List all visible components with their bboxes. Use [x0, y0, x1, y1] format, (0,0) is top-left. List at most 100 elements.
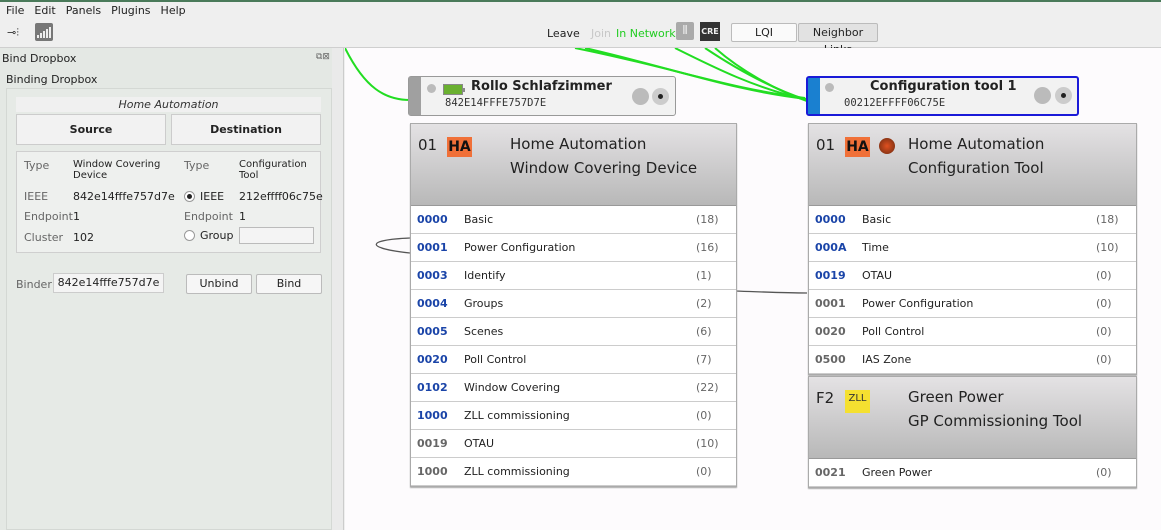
splitter-handle[interactable] — [332, 48, 344, 530]
attribute-count: (0) — [1096, 325, 1112, 338]
unbind-button[interactable]: Unbind — [186, 274, 252, 294]
menu-help[interactable]: Help — [161, 4, 186, 17]
toolbar: ⊸⫶ Leave Join In Network ⫼ CRE LQI Neigh… — [0, 18, 1161, 56]
src-cluster-label: Cluster — [24, 231, 64, 244]
attribute-count: (0) — [696, 409, 712, 422]
status-dot — [427, 84, 436, 93]
cluster-row[interactable]: 1000 ZLL commissioning (0) — [411, 458, 736, 486]
cluster-row[interactable]: 0004 Groups (2) — [411, 290, 736, 318]
cluster-row[interactable]: 0000 Basic (18) — [809, 206, 1136, 234]
cluster-row[interactable]: 0020 Poll Control (7) — [411, 346, 736, 374]
cluster-id: 0021 — [815, 466, 846, 479]
cluster-id: 0019 — [815, 269, 846, 282]
node-rollo-schlafzimmer[interactable]: Rollo Schlafzimmer 842E14FFFE757D7E — [408, 76, 676, 116]
mixer-icon[interactable]: ⫼ — [676, 22, 694, 40]
cluster-row[interactable]: 1000 ZLL commissioning (0) — [411, 402, 736, 430]
endpoint-01-config-tool: 01 HA Home Automation Configuration Tool… — [808, 123, 1137, 375]
cluster-name: Poll Control — [862, 325, 925, 338]
endpoint-number: 01 — [418, 136, 438, 154]
dst-ieee-label: IEEE — [200, 190, 225, 203]
cluster-row[interactable]: 0019 OTAU (10) — [411, 430, 736, 458]
cluster-id: 0500 — [815, 353, 846, 366]
attribute-count: (2) — [696, 297, 712, 310]
endpoint-header[interactable]: 01 HA Home Automation Configuration Tool — [809, 124, 1136, 206]
node-expand-icon[interactable] — [652, 88, 669, 105]
network-link — [704, 48, 808, 101]
node-expand-icon[interactable] — [1055, 87, 1072, 104]
node-circle-icon[interactable] — [632, 88, 649, 105]
cluster-name: Poll Control — [464, 353, 527, 366]
cluster-row[interactable]: 0001 Power Configuration (0) — [809, 290, 1136, 318]
cluster-row[interactable]: 0005 Scenes (6) — [411, 318, 736, 346]
neighbor-links-button[interactable]: Neighbor Links — [798, 23, 878, 56]
cluster-row[interactable]: 0019 OTAU (0) — [809, 262, 1136, 290]
menu-file[interactable]: File — [6, 4, 24, 17]
cluster-id: 1000 — [417, 465, 448, 478]
dock-float-close-icons[interactable]: ⧉⊠ — [316, 52, 330, 62]
group-radio[interactable] — [184, 230, 195, 241]
cluster-id: 0020 — [815, 325, 846, 338]
cluster-list: 0000 Basic (18) 0001 Power Configuration (16)… — [411, 206, 736, 486]
cluster-row[interactable]: 0102 Window Covering (22) — [411, 374, 736, 402]
cluster-row[interactable]: 0020 Poll Control (0) — [809, 318, 1136, 346]
source-button[interactable]: Source — [16, 114, 166, 145]
network-link — [345, 48, 411, 101]
cluster-row[interactable]: 0000 Basic (18) — [411, 206, 736, 234]
cluster-name: ZLL commissioning — [464, 409, 570, 422]
battery-icon — [443, 84, 465, 95]
cluster-row[interactable]: 000A Time (10) — [809, 234, 1136, 262]
cluster-id: 0020 — [417, 353, 448, 366]
node-status-bar — [409, 77, 421, 115]
bind-button[interactable]: Bind — [256, 274, 322, 294]
attribute-count: (18) — [696, 213, 719, 226]
node-mac: 842E14FFFE757D7E — [445, 97, 547, 109]
endpoint-number: F2 — [816, 389, 835, 407]
src-cluster: 102 — [73, 231, 94, 244]
cluster-name: Time — [862, 241, 889, 254]
destination-button[interactable]: Destination — [171, 114, 321, 145]
menu-edit[interactable]: Edit — [34, 4, 55, 17]
ieee-radio[interactable] — [184, 191, 195, 202]
cluster-row[interactable]: 0500 IAS Zone (0) — [809, 346, 1136, 374]
binder-field[interactable]: 842e14fffe757d7e — [53, 273, 164, 293]
src-endpoint-label: Endpoint — [24, 210, 73, 223]
node-circle-icon[interactable] — [1034, 87, 1051, 104]
cluster-name: OTAU — [862, 269, 893, 282]
attribute-count: (18) — [1096, 213, 1119, 226]
cluster-name: Power Configuration — [464, 241, 576, 254]
plug-icon[interactable]: ⊸⫶ — [7, 26, 19, 40]
src-endpoint: 1 — [73, 210, 80, 223]
node-status-bar — [808, 78, 820, 114]
endpoint-profile: Green Power — [908, 388, 1004, 406]
cluster-id: 0000 — [815, 213, 846, 226]
cluster-id: 1000 — [417, 409, 448, 422]
attribute-count: (10) — [1096, 241, 1119, 254]
src-ieee: 842e14fffe757d7e — [73, 190, 175, 203]
cluster-id: 0001 — [417, 241, 448, 254]
cre-button[interactable]: CRE — [700, 22, 720, 41]
cluster-name: Power Configuration — [862, 297, 974, 310]
attribute-count: (0) — [1096, 466, 1112, 479]
lqi-button[interactable]: LQI — [731, 23, 797, 42]
cluster-row[interactable]: 0003 Identify (1) — [411, 262, 736, 290]
cluster-list: 0021 Green Power (0) — [809, 459, 1136, 487]
node-configuration-tool-1[interactable]: Configuration tool 1 00212EFFFF06C75E — [806, 76, 1079, 116]
endpoint-header[interactable]: 01 HA Home Automation Window Covering De… — [411, 124, 736, 206]
join-button[interactable]: Join — [591, 27, 611, 40]
cluster-row[interactable]: 0021 Green Power (0) — [809, 459, 1136, 487]
endpoint-header[interactable]: F2 ZLL Green Power GP Commissioning Tool — [809, 377, 1136, 459]
leave-button[interactable]: Leave — [547, 27, 580, 40]
cluster-name: Window Covering — [464, 381, 561, 394]
cluster-row[interactable]: 0001 Power Configuration (16) — [411, 234, 736, 262]
menu-plugins[interactable]: Plugins — [111, 4, 150, 17]
dst-endpoint: 1 — [239, 210, 246, 223]
menu-panels[interactable]: Panels — [66, 4, 101, 17]
signal-icon[interactable] — [35, 23, 53, 41]
cluster-id: 000A — [815, 241, 847, 254]
attribute-count: (1) — [696, 269, 712, 282]
group-input[interactable] — [239, 227, 314, 244]
attribute-count: (6) — [696, 325, 712, 338]
network-status: In Network — [616, 27, 676, 40]
endpoint-device: Window Covering Device — [510, 159, 698, 177]
src-type-label: Type — [24, 159, 50, 172]
